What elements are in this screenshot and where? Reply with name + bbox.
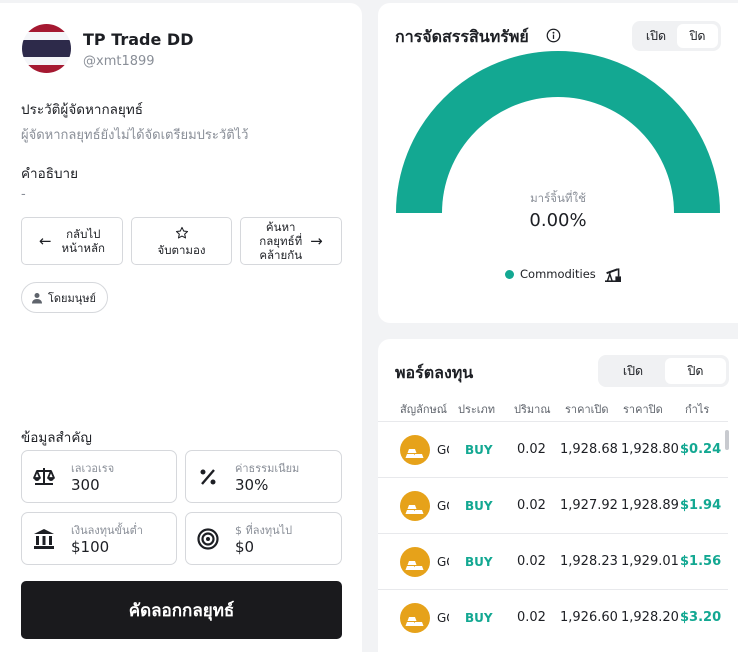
row-open-price: 1,928.68 (560, 442, 618, 457)
row-close-price: 1,929.01 (621, 554, 679, 569)
table-row[interactable]: GOLD BUY 0.02 1,928.681,928.80$0.24 (378, 421, 728, 477)
gold-bars-icon (405, 617, 424, 626)
row-type: BUY (465, 499, 493, 513)
portfolio-title: พอร์ตลงทุน (395, 363, 474, 382)
gold-bars-icon (405, 505, 424, 514)
scale-icon (33, 468, 55, 485)
col-header-volume: ปริมาณ (514, 403, 551, 416)
col-header-open-price: ราคาเปิด (565, 403, 609, 416)
row-symbol: GOLD (437, 611, 449, 625)
provider-name: TP Trade DD (83, 30, 194, 49)
col-header-symbol: สัญลักษณ์ (400, 403, 447, 416)
arrow-right-icon: → (310, 232, 323, 250)
history-text: ผู้จัดหากลยุทธ์ยังไม่ได้จัดเตรียมประวัติ… (21, 128, 249, 143)
description-text: - (21, 187, 26, 202)
asset-allocation-panel: การจัดสรรสินทรัพย์ เปิด ปิด 100% มาร์จิ้… (378, 3, 738, 323)
row-symbol: GOLD (437, 499, 449, 513)
gold-coin-icon (400, 603, 430, 633)
legend-dot (505, 269, 514, 279)
person-icon (32, 292, 42, 303)
row-close-price: 1,928.20 (621, 610, 679, 625)
oil-pump-icon (604, 268, 621, 282)
gold-coin-icon (400, 435, 430, 465)
col-header-close-price: ราคาปิด (623, 403, 663, 416)
col-header-type: ประเภท (458, 403, 496, 416)
margin-used-value: 0.00% (529, 210, 587, 231)
bank-icon (34, 529, 54, 549)
row-volume: 0.02 (517, 610, 546, 625)
allocation-legend: Commodities (505, 266, 623, 282)
arrow-left-icon: ← (38, 232, 52, 250)
watch-button[interactable]: จับตามอง (131, 217, 232, 265)
portfolio-toggle: เปิด ปิด (598, 355, 729, 387)
row-symbol: GOLD (437, 555, 449, 569)
row-type: BUY (465, 611, 493, 625)
min-investment-stat: เงินลงทุนขั้นต่ำ $100 (21, 512, 177, 565)
row-volume: 0.02 (517, 498, 546, 513)
row-open-price: 1,927.92 (560, 498, 618, 513)
table-row[interactable]: GOLD BUY 0.02 1,928.231,929.01$1.56 (378, 533, 728, 589)
row-profit: $1.56 (680, 554, 722, 569)
row-profit: $1.94 (680, 498, 722, 513)
row-close-price: 1,928.89 (621, 498, 679, 513)
fee-stat: ค่าธรรมเนียม 30% (185, 450, 342, 503)
description-title: คำอธิบาย (21, 166, 79, 182)
gold-bars-icon (405, 561, 424, 570)
gold-coin-icon (400, 491, 430, 521)
row-volume: 0.02 (517, 554, 546, 569)
row-profit: $3.20 (680, 610, 722, 625)
portfolio-scrollbar[interactable] (725, 430, 729, 450)
gold-coin-icon (400, 547, 430, 577)
back-to-home-button[interactable]: ← กลับไป หน้าหลัก (21, 217, 123, 265)
row-symbol: GOLD (437, 443, 449, 457)
row-profit: $0.24 (680, 442, 722, 457)
row-type: BUY (465, 555, 493, 569)
table-row[interactable]: GOLD BUY 0.02 1,927.921,928.89$1.94 (378, 477, 728, 533)
key-info-title: ข้อมูลสำคัญ (21, 430, 92, 446)
row-open-price: 1,926.60 (560, 610, 618, 625)
provider-handle: @xmt1899 (83, 54, 155, 69)
thailand-flag-avatar (22, 24, 71, 73)
col-header-profit: กำไร (685, 403, 710, 416)
row-close-price: 1,928.80 (621, 442, 679, 457)
gauge-percent-label: 100% (539, 103, 577, 117)
find-similar-button[interactable]: ค้นหา กลยุทธ์ที่ คล้ายกัน → (240, 217, 342, 265)
row-open-price: 1,928.23 (560, 554, 618, 569)
table-row[interactable]: GOLD BUY 0.02 1,926.601,928.20$3.20 (378, 589, 728, 645)
by-human-chip: โดยมนุษย์ (21, 282, 108, 313)
invested-stat: $ ที่ลงทุนไป $0 (185, 512, 342, 565)
copy-strategy-button[interactable]: คัดลอกกลยุทธ์ (21, 581, 342, 639)
portfolio-panel: พอร์ตลงทุน เปิด ปิด สัญลักษณ์ ประเภท ปริ… (378, 339, 738, 652)
percent-icon (200, 469, 216, 485)
strategy-profile-panel: TP Trade DD @xmt1899 ประวัติผู้จัดหากลยุ… (0, 3, 362, 652)
row-volume: 0.02 (517, 442, 546, 457)
target-icon (197, 528, 219, 550)
portfolio-toggle-on[interactable]: เปิด (601, 358, 665, 384)
leverage-stat: เลเวอเรจ 300 (21, 450, 177, 503)
history-title: ประวัติผู้จัดหากลยุทธ์ (21, 102, 143, 118)
row-type: BUY (465, 443, 493, 457)
gold-bars-icon (405, 449, 424, 458)
margin-used-label: มาร์จิ้นที่ใช้ (530, 191, 586, 205)
portfolio-toggle-off[interactable]: ปิด (665, 358, 726, 384)
star-icon (175, 226, 188, 238)
